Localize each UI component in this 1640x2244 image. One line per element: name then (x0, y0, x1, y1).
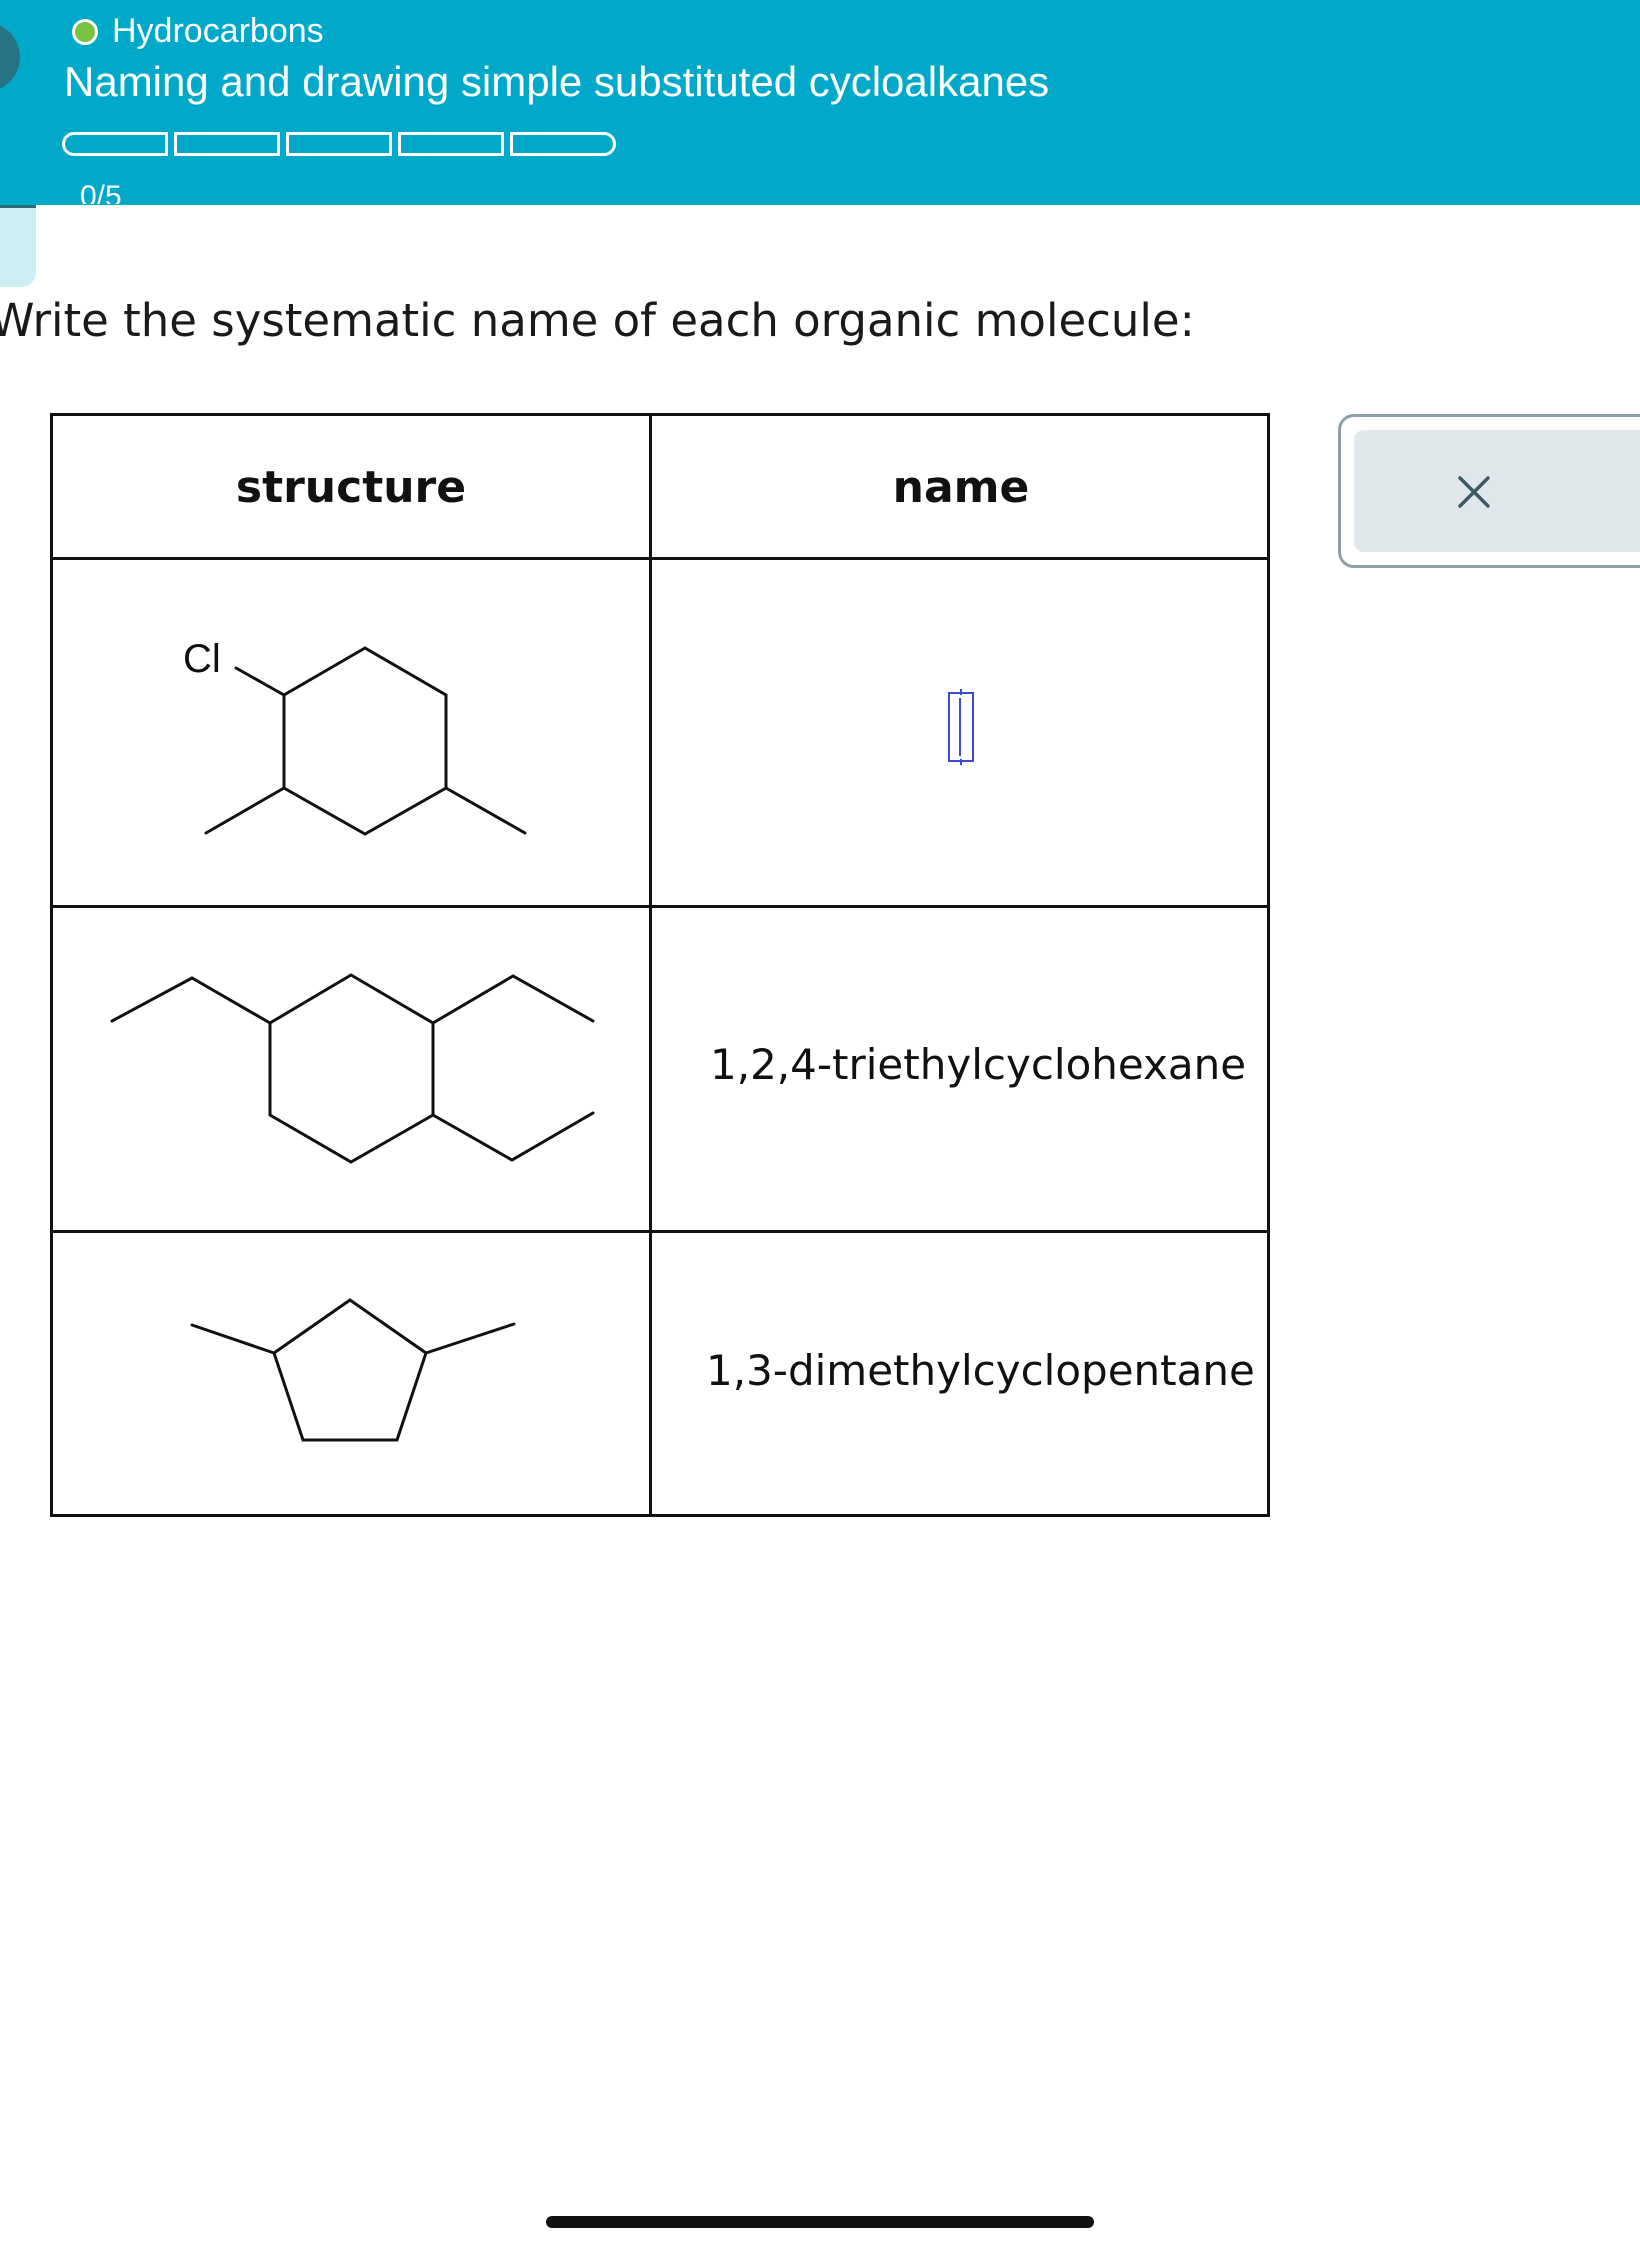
lesson-title: Naming and drawing simple substituted cy… (64, 58, 1050, 105)
structure-dimethyl-cyclopentane (190, 1298, 516, 1442)
side-tab[interactable] (0, 205, 36, 287)
row3-name: 1,3-dimethylcyclopentane (706, 1346, 1255, 1395)
table-border-bottom (50, 1514, 1270, 1517)
table-column-divider (649, 413, 652, 1517)
structure-chloro-dimethyl-cyclohexane: Cl (183, 637, 527, 836)
text-cursor (959, 698, 961, 756)
progress-segment (510, 132, 616, 156)
table-row-divider (50, 1230, 1270, 1233)
table-row-divider (50, 905, 1270, 908)
menu-tab[interactable] (0, 22, 20, 92)
structure-column-header: structure (235, 462, 467, 513)
topic-status-icon (72, 18, 98, 45)
side-tab-line (0, 205, 36, 208)
name-answer-input[interactable] (948, 689, 974, 765)
topic-label: Hydrocarbons (112, 12, 324, 50)
question-prompt: Write the systematic name of each organi… (0, 294, 1195, 347)
name-column-header: name (892, 462, 1030, 513)
progress-segment (398, 132, 504, 156)
row2-name: 1,2,4-triethylcyclohexane (710, 1040, 1247, 1089)
progress-segment (286, 132, 392, 156)
progress-count: 0/5 (80, 180, 122, 204)
table-border-top (50, 413, 1270, 416)
close-button[interactable] (1354, 430, 1640, 552)
home-indicator[interactable] (546, 2216, 1094, 2228)
table-border-right (1267, 413, 1270, 1517)
close-icon[interactable] (1454, 472, 1494, 512)
table-row-divider (50, 557, 1270, 560)
chlorine-label: Cl (183, 637, 221, 681)
header-bar: Hydrocarbons Naming and drawing simple s… (0, 0, 1640, 205)
topic-row: Hydrocarbons (72, 12, 324, 51)
progress-segment (174, 132, 280, 156)
progress-segment (62, 132, 168, 156)
structure-triethyl-cyclohexane (110, 973, 595, 1164)
progress-bar (62, 132, 616, 156)
table-border-left (50, 413, 53, 1517)
